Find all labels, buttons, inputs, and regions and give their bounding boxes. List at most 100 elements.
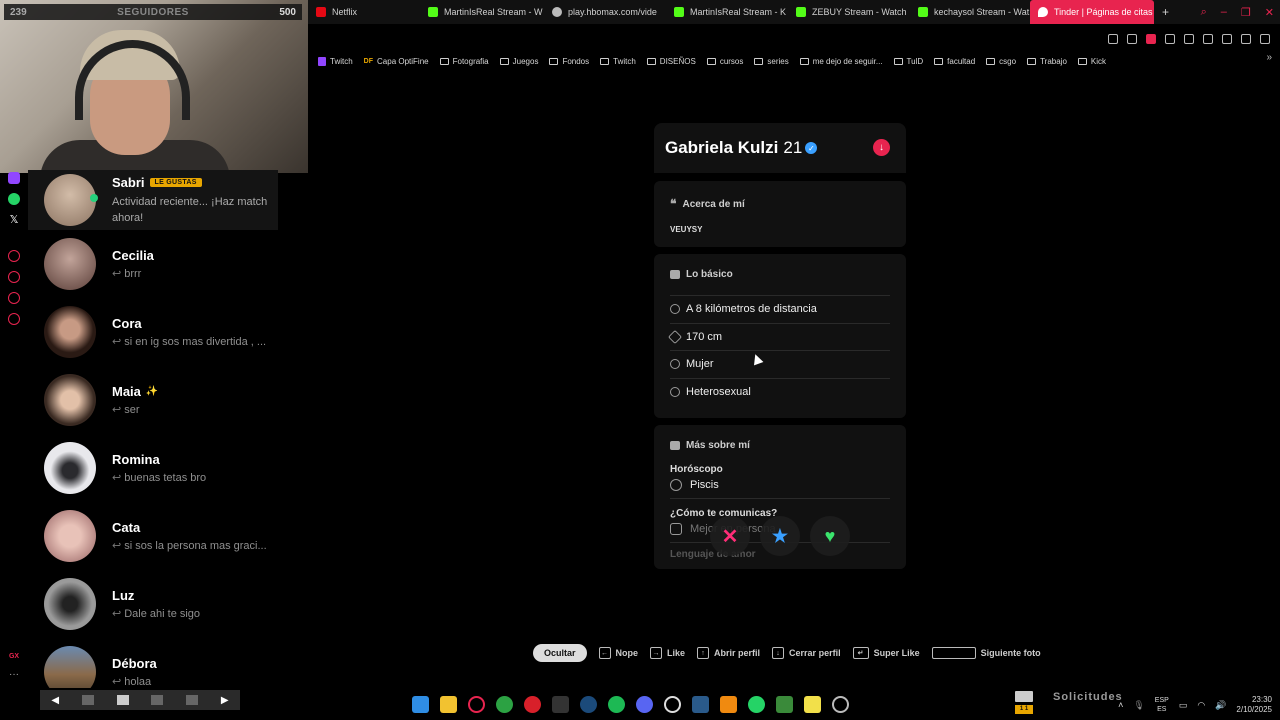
steam-icon[interactable] xyxy=(580,696,597,713)
minimize-icon[interactable]: – xyxy=(1221,6,1227,18)
hint-super-like: ↵ Super Like xyxy=(852,647,920,659)
folder-icon xyxy=(1077,57,1087,65)
opera-gx-icon[interactable] xyxy=(468,696,485,713)
discord-icon[interactable] xyxy=(636,696,653,713)
hint-label: Super Like xyxy=(873,648,920,658)
hide-hints-button[interactable]: Ocultar xyxy=(533,644,587,662)
super-like-button[interactable]: ★ xyxy=(760,516,800,556)
close-icon[interactable]: ✕ xyxy=(1265,6,1274,19)
new-tab-button[interactable]: + xyxy=(1154,0,1177,24)
bookmark-csgo[interactable]: csgo xyxy=(986,57,1016,66)
bookmark-twitch-folder[interactable]: Twitch xyxy=(600,57,636,66)
match-row[interactable]: Cata ↩ si sos la persona mas graci... xyxy=(28,502,278,570)
screen: Netflix MartinIsReal Stream - W play.hbo… xyxy=(0,0,1280,720)
whatsapp-icon[interactable] xyxy=(748,696,765,713)
settings-icon[interactable] xyxy=(8,313,20,325)
epic-games-icon[interactable] xyxy=(552,696,569,713)
bookmark-capa-optifine[interactable]: DF Capa OptiFine xyxy=(364,57,429,66)
vlc-icon[interactable] xyxy=(720,696,737,713)
plus-icon: + xyxy=(1162,5,1170,19)
player-icon[interactable] xyxy=(8,250,20,262)
bookmark-fondos[interactable]: Fondos xyxy=(549,57,589,66)
match-text: Sabri LE GUSTAS Actividad reciente... ¡H… xyxy=(112,175,272,226)
match-row[interactable]: Cecilia ↩ brrr xyxy=(28,230,278,298)
bookmark-tuld[interactable]: TulD xyxy=(893,57,923,66)
like-button[interactable]: ♥ xyxy=(810,516,850,556)
match-name: Débora xyxy=(112,656,157,671)
match-row[interactable]: Maia ✨ ↩ ser xyxy=(28,366,278,434)
profile-icon[interactable] xyxy=(1222,34,1232,44)
match-row[interactable]: Luz ↩ Dale ahi te sigo xyxy=(28,570,278,638)
file-explorer-icon[interactable] xyxy=(440,696,457,713)
tag-icon xyxy=(670,441,680,450)
microphone-icon[interactable]: 🎙 xyxy=(1133,700,1144,711)
x-icon[interactable]: 𝕏 xyxy=(8,214,20,226)
search-icon[interactable]: ⌕ xyxy=(1201,6,1207,19)
match-row[interactable]: Débora ↩ holaa xyxy=(28,638,278,688)
folder-icon xyxy=(934,57,944,65)
basics-title: Lo básico xyxy=(686,269,733,280)
wifi-icon[interactable]: ◠ xyxy=(1197,700,1205,711)
bookmark-twitch[interactable]: Twitch xyxy=(318,56,353,66)
tab-martinisreal-2[interactable]: MartinIsReal Stream - K xyxy=(666,0,788,24)
menu-icon[interactable] xyxy=(1260,34,1270,44)
settings-icon[interactable] xyxy=(832,696,849,713)
bookmark-disenos[interactable]: DISEÑOS xyxy=(646,57,696,66)
bookmark-fotografia[interactable]: Fotografia xyxy=(439,57,489,66)
tab-kechaysol[interactable]: kechaysol Stream - Wat xyxy=(910,0,1030,24)
tab-netflix[interactable]: Netflix xyxy=(308,0,420,24)
tab-tinder[interactable]: Tinder | Páginas de citas xyxy=(1030,0,1154,24)
snapshot-icon[interactable] xyxy=(1127,34,1137,44)
history-icon[interactable] xyxy=(8,271,20,283)
bookmarks-overflow-icon[interactable]: » xyxy=(1266,52,1272,63)
basics-section: Lo básico A 8 kilómetros de distancia 17… xyxy=(654,254,906,418)
bookmark-trabajo[interactable]: Trabajo xyxy=(1027,57,1067,66)
extensions-icon[interactable] xyxy=(8,292,20,304)
match-message: ↩ si en ig sos mas divertida , ... xyxy=(112,335,272,348)
red-app-icon[interactable] xyxy=(524,696,541,713)
notes-icon[interactable] xyxy=(804,696,821,713)
close-profile-button[interactable]: ↓ xyxy=(873,139,890,156)
bookmark-juegos[interactable]: Juegos xyxy=(499,57,538,66)
more-icon[interactable]: ··· xyxy=(9,669,19,680)
pocket-icon[interactable] xyxy=(1146,34,1156,44)
twitch-icon[interactable] xyxy=(8,172,20,184)
heart-icon[interactable] xyxy=(1184,34,1194,44)
app-icon[interactable] xyxy=(692,696,709,713)
whatsapp-icon[interactable] xyxy=(8,193,20,205)
minecraft-icon[interactable] xyxy=(776,696,793,713)
download-icon[interactable] xyxy=(1241,34,1251,44)
player-icon[interactable] xyxy=(1165,34,1175,44)
bookmark-cursos[interactable]: cursos xyxy=(706,57,743,66)
bookmark-facultad[interactable]: facultad xyxy=(934,57,975,66)
bookmark-kick[interactable]: Kick xyxy=(1077,57,1106,66)
display-icon[interactable]: ▭ xyxy=(1179,700,1188,711)
match-row[interactable]: Romina ↩ buenas tetas bro xyxy=(28,434,278,502)
spotify-icon[interactable] xyxy=(608,696,625,713)
match-row[interactable]: Cora ↩ si en ig sos mas divertida , ... xyxy=(28,298,278,366)
gx-icon[interactable]: GX xyxy=(9,653,19,660)
maximize-icon[interactable]: ❐ xyxy=(1241,6,1251,19)
match-row[interactable]: Sabri LE GUSTAS Actividad reciente... ¡H… xyxy=(28,170,278,230)
obs-icon[interactable] xyxy=(664,696,681,713)
bookmark-series[interactable]: series xyxy=(754,57,789,66)
hint-open-profile: ↑ Abrir perfil xyxy=(697,647,760,659)
tab-zebuy[interactable]: ZEBUY Stream - Watch xyxy=(788,0,910,24)
volume-icon[interactable]: 🔊 xyxy=(1215,700,1226,711)
nope-button[interactable]: ✕ xyxy=(710,516,750,556)
tab-martinisreal-1[interactable]: MartinIsReal Stream - W xyxy=(420,0,544,24)
xbox-icon[interactable] xyxy=(496,696,513,713)
location-pin-icon xyxy=(670,304,680,315)
browser-sidebar: 𝕏 GX ··· xyxy=(0,170,28,690)
tab-hbomax[interactable]: play.hbomax.com/vide xyxy=(544,0,666,24)
pin-icon[interactable] xyxy=(1108,34,1118,44)
hint-label: Like xyxy=(667,648,686,658)
match-name-line: Sabri LE GUSTAS xyxy=(112,175,272,190)
windows-start-icon[interactable] xyxy=(412,696,429,713)
language-indicator[interactable]: ESP ES xyxy=(1155,696,1169,714)
follower-count: 239 xyxy=(10,6,27,18)
match-message-text: si en ig sos mas divertida , ... xyxy=(124,336,267,348)
bookmark-me-dejo-de-seguir[interactable]: me dejo de seguir... xyxy=(799,57,883,66)
extensions-icon[interactable] xyxy=(1203,34,1213,44)
clock[interactable]: 23:30 2/10/2025 xyxy=(1236,695,1272,715)
